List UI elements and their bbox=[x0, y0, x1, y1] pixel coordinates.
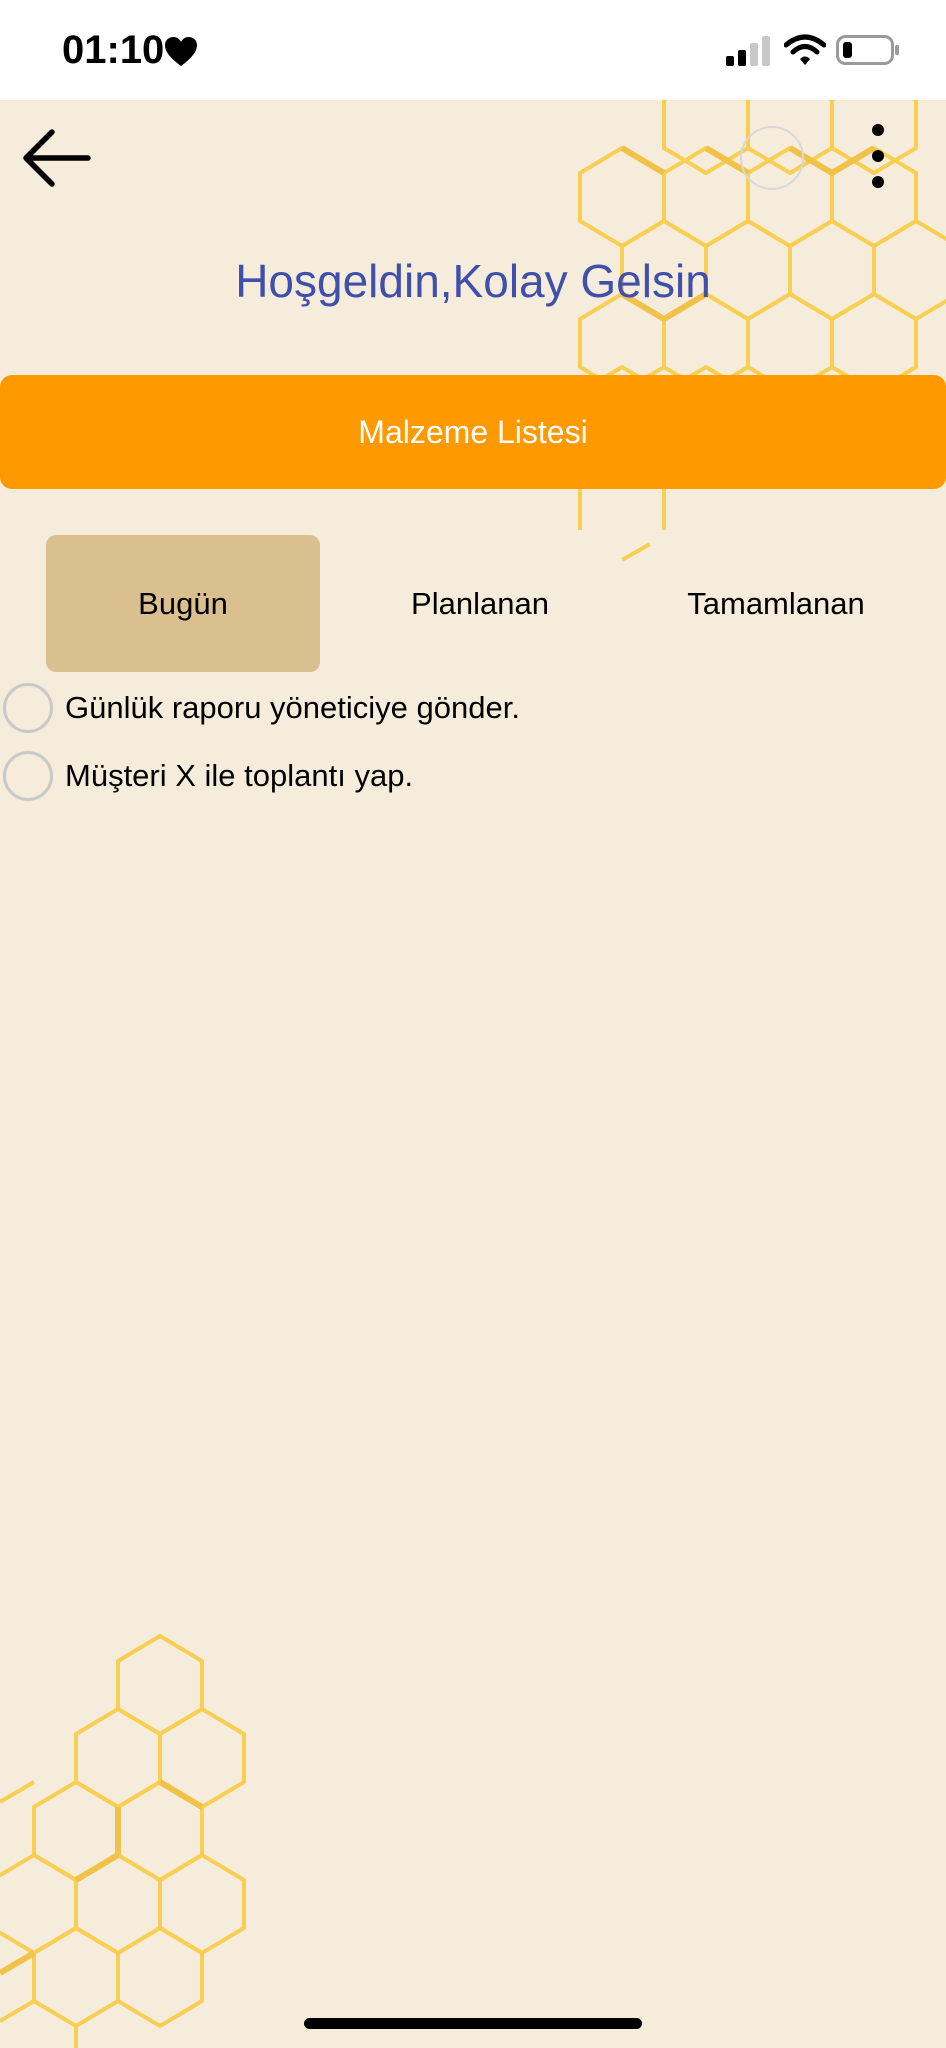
task-label: Günlük raporu yöneticiye gönder. bbox=[65, 690, 520, 725]
wifi-icon bbox=[784, 34, 826, 65]
battery-icon bbox=[836, 35, 899, 65]
signal-icon bbox=[726, 36, 770, 66]
tab-planned[interactable]: Planlanan bbox=[360, 535, 600, 672]
arrow-left-icon[interactable] bbox=[18, 118, 98, 198]
task-checkbox[interactable] bbox=[3, 751, 53, 801]
status-time: 01:10 bbox=[62, 28, 165, 72]
task-checkbox[interactable] bbox=[3, 683, 53, 733]
page-title: Hoşgeldin,Kolay Gelsin bbox=[235, 255, 711, 307]
material-list-button[interactable]: Malzeme Listesi bbox=[0, 375, 946, 489]
home-indicator[interactable] bbox=[304, 2018, 642, 2029]
task-label: Müşteri X ile toplantı yap. bbox=[65, 758, 414, 793]
status-bar: 01:10 bbox=[0, 0, 946, 100]
task-item: Müşteri X ile toplantı yap. bbox=[0, 748, 900, 804]
heart-icon bbox=[165, 37, 197, 66]
more-vertical-icon[interactable] bbox=[862, 118, 894, 198]
task-item: Günlük raporu yöneticiye gönder. bbox=[0, 680, 900, 736]
tab-completed[interactable]: Tamamlanan bbox=[660, 535, 892, 672]
avatar[interactable] bbox=[740, 126, 804, 190]
honeycomb-decoration-bottom bbox=[0, 1634, 246, 2048]
tab-today[interactable]: Bugün bbox=[46, 535, 320, 672]
